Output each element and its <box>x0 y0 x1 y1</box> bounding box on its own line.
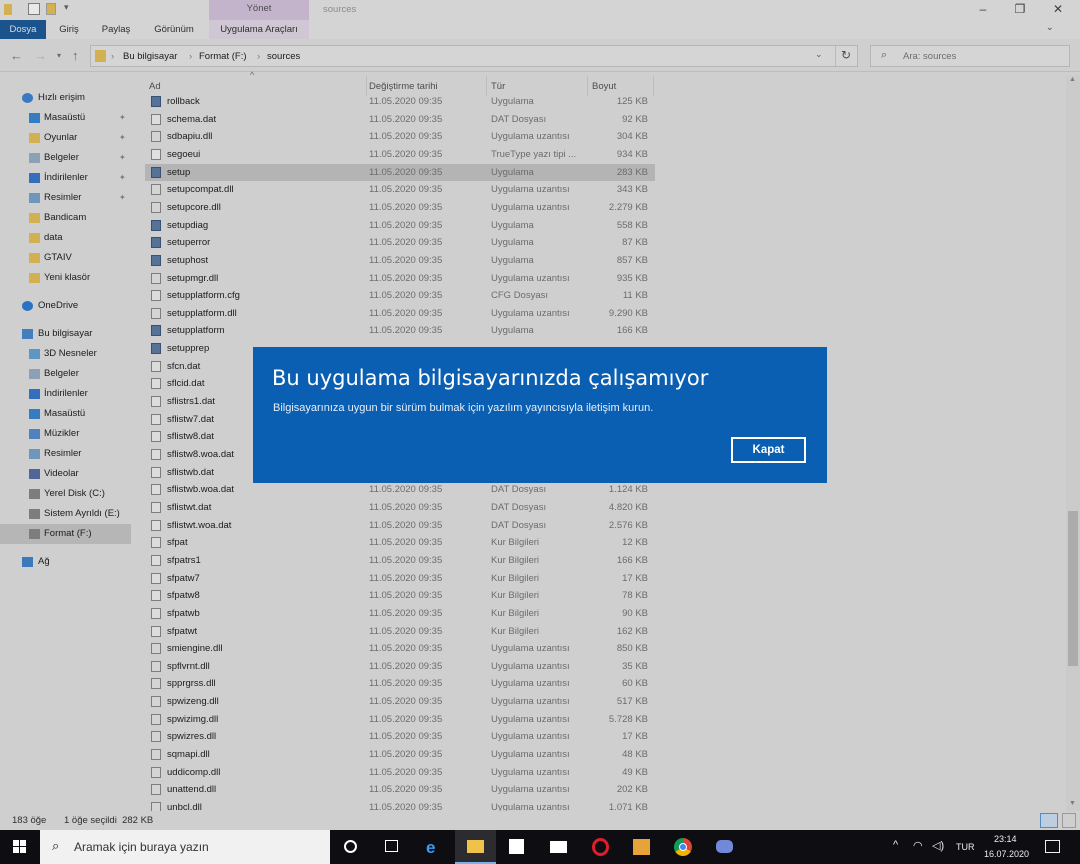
show-hidden-icons-icon[interactable]: ^ <box>893 839 898 851</box>
error-dialog: Bu uygulama bilgisayarınızda çalışamıyor… <box>253 347 827 483</box>
taskbar-search-placeholder: Aramak için buraya yazın <box>74 840 209 854</box>
chrome-icon[interactable] <box>662 830 703 864</box>
edge-icon[interactable]: e <box>413 830 454 864</box>
language-indicator[interactable]: TUR <box>956 842 975 852</box>
task-view-icon[interactable] <box>371 830 412 864</box>
store-icon[interactable] <box>496 830 537 864</box>
wifi-icon[interactable]: ◠ <box>913 839 923 852</box>
clock-time[interactable]: 23:14 <box>994 834 1017 844</box>
opera-icon[interactable] <box>580 830 621 864</box>
discord-icon[interactable] <box>704 830 745 864</box>
dialog-message: Bilgisayarınıza uygun bir sürüm bulmak i… <box>273 402 654 414</box>
file-explorer-icon[interactable] <box>455 830 496 864</box>
windows-start-icon[interactable] <box>0 830 40 864</box>
media-player-icon[interactable] <box>621 830 662 864</box>
cortana-icon[interactable] <box>330 830 371 864</box>
taskbar: ⌕ Aramak için buraya yazın e ^ ◠ ◁) TUR … <box>0 830 1080 864</box>
volume-icon[interactable]: ◁) <box>932 839 944 852</box>
close-button[interactable]: Kapat <box>731 437 806 463</box>
taskbar-search-input[interactable]: ⌕ Aramak için buraya yazın <box>40 830 330 864</box>
clock-date[interactable]: 16.07.2020 <box>984 849 1029 859</box>
dialog-title: Bu uygulama bilgisayarınızda çalışamıyor <box>272 366 709 390</box>
mail-icon[interactable] <box>538 830 579 864</box>
search-icon: ⌕ <box>52 838 60 853</box>
notifications-icon[interactable] <box>1045 840 1060 853</box>
